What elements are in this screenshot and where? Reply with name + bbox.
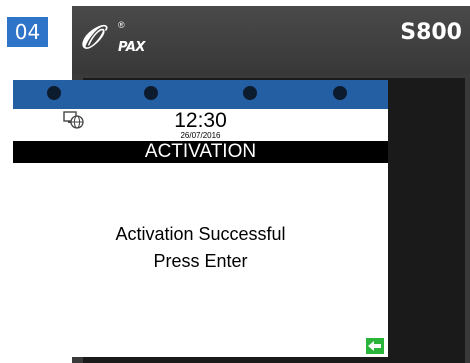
registered-mark: ® [118, 20, 125, 30]
status-dot [243, 86, 257, 100]
status-message: Activation Successful Press Enter [13, 221, 388, 275]
message-line-success: Activation Successful [115, 224, 286, 244]
terminal-header: 𝒪 ® PAX S800 [72, 6, 470, 74]
terminal-screen: 12:30 26/07/2016 ACTIVATION Activation S… [13, 80, 388, 357]
status-dot [333, 86, 347, 100]
model-name: S800 [400, 20, 462, 45]
enter-button[interactable] [366, 338, 384, 354]
clock-date: 26/07/2016 [180, 131, 221, 140]
brand-swoosh-icon: 𝒪 [80, 18, 101, 56]
brand-logo: 𝒪 ® PAX [80, 20, 180, 58]
screen-title: ACTIVATION [13, 141, 388, 163]
brand-name: PAX [118, 40, 145, 55]
enter-arrow-icon [368, 341, 381, 351]
message-line-prompt: Press Enter [153, 251, 248, 271]
status-dot [144, 86, 158, 100]
status-dot [47, 86, 61, 100]
step-number-badge: 04 [7, 17, 48, 47]
status-bar [13, 80, 388, 109]
clock-time: 12:30 [174, 109, 227, 132]
